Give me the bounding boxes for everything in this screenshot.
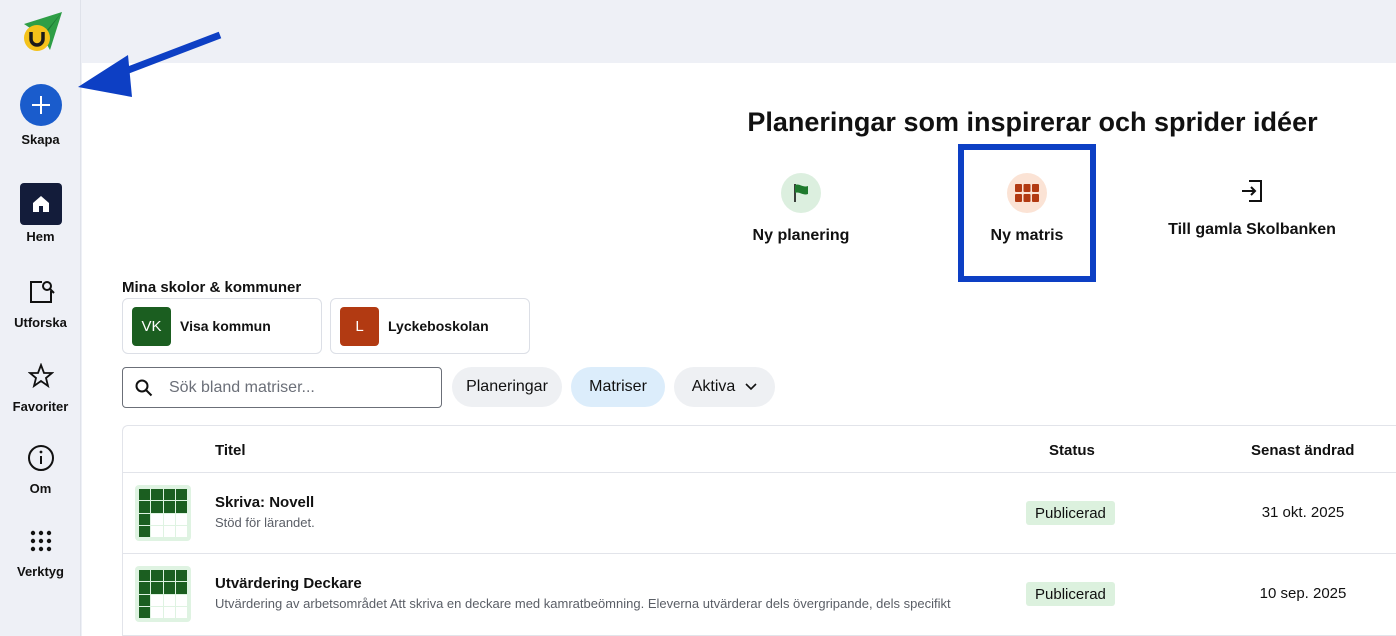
sidebar-item-label: Hem bbox=[26, 229, 55, 244]
sidebar-item-explore[interactable]: Utforska bbox=[0, 271, 81, 330]
sidebar-item-favorites[interactable]: Favoriter bbox=[0, 355, 81, 414]
flag-icon bbox=[781, 173, 821, 213]
search-box[interactable] bbox=[122, 367, 442, 408]
plus-icon bbox=[19, 84, 62, 126]
new-plan-label: Ny planering bbox=[752, 227, 850, 244]
old-skolbanken-label: Till gamla Skolbanken bbox=[1168, 221, 1336, 238]
schools-heading: Mina skolor & kommuner bbox=[122, 279, 302, 296]
sidebar-item-label: Verktyg bbox=[17, 564, 64, 579]
row-title: Utvärdering Deckare bbox=[215, 575, 362, 592]
filter-planeringar[interactable]: Planeringar bbox=[452, 367, 562, 407]
row-description: Stöd för lärandet. bbox=[215, 515, 315, 530]
table-row[interactable]: Skriva: Novell Stöd för lärandet. Public… bbox=[123, 472, 1396, 553]
row-date: 10 sep. 2025 bbox=[1259, 585, 1347, 602]
sidebar: Skapa Hem Utforska Favoriter Om Verktyg bbox=[0, 0, 81, 636]
column-header-status[interactable]: Status bbox=[1049, 442, 1095, 459]
school-card-visa-kommun[interactable]: VK Visa kommun bbox=[122, 298, 322, 354]
chevron-down-icon bbox=[745, 383, 757, 391]
star-icon bbox=[20, 355, 62, 397]
matrix-thumbnail-icon bbox=[135, 485, 191, 541]
column-header-title[interactable]: Titel bbox=[215, 442, 246, 459]
status-badge: Publicerad bbox=[1026, 582, 1115, 606]
page-title: Planeringar som inspirerar och sprider i… bbox=[747, 107, 1318, 137]
old-skolbanken-link[interactable]: Till gamla Skolbanken bbox=[1161, 171, 1343, 239]
sidebar-item-label: Favoriter bbox=[12, 399, 69, 414]
row-title: Skriva: Novell bbox=[215, 494, 315, 511]
sidebar-item-tools[interactable]: Verktyg bbox=[0, 520, 81, 579]
main-content: Planeringar som inspirerar och sprider i… bbox=[82, 63, 1396, 636]
school-badge: L bbox=[340, 306, 379, 346]
filter-aktiva-label: Aktiva bbox=[691, 378, 736, 395]
sidebar-item-home[interactable]: Hem bbox=[0, 183, 81, 244]
app-logo[interactable] bbox=[20, 10, 64, 54]
tools-grid-icon bbox=[20, 520, 62, 562]
search-input[interactable] bbox=[169, 378, 419, 397]
sidebar-item-label: Om bbox=[29, 481, 52, 496]
column-header-modified[interactable]: Senast ändrad bbox=[1251, 442, 1354, 459]
table-row[interactable]: Utvärdering Deckare Utvärdering av arbet… bbox=[123, 553, 1396, 634]
row-date: 31 okt. 2025 bbox=[1261, 504, 1345, 521]
school-badge: VK bbox=[132, 306, 171, 346]
school-name: Lyckeboskolan bbox=[388, 318, 489, 334]
status-badge: Publicerad bbox=[1026, 501, 1115, 525]
filter-matriser[interactable]: Matriser bbox=[571, 367, 665, 407]
sidebar-item-about[interactable]: Om bbox=[0, 437, 81, 496]
home-icon bbox=[19, 183, 62, 225]
info-icon bbox=[20, 437, 62, 479]
search-icon bbox=[135, 379, 153, 396]
create-label: Skapa bbox=[21, 132, 60, 147]
school-name: Visa kommun bbox=[180, 318, 271, 334]
filter-aktiva-dropdown[interactable]: Aktiva bbox=[674, 367, 775, 407]
sidebar-item-label: Utforska bbox=[14, 315, 67, 330]
explore-icon bbox=[20, 271, 62, 313]
exit-icon bbox=[1232, 171, 1272, 211]
row-description: Utvärdering av arbetsområdet Att skriva … bbox=[215, 596, 951, 611]
new-plan-button[interactable]: Ny planering bbox=[711, 173, 891, 245]
school-card-lyckeboskolan[interactable]: L Lyckeboskolan bbox=[330, 298, 530, 354]
highlight-box bbox=[958, 144, 1096, 282]
create-button[interactable]: Skapa bbox=[0, 84, 81, 147]
matrix-thumbnail-icon bbox=[135, 566, 191, 622]
matrix-table: Titel Status Senast ändrad Skriva: Novel… bbox=[122, 425, 1396, 636]
